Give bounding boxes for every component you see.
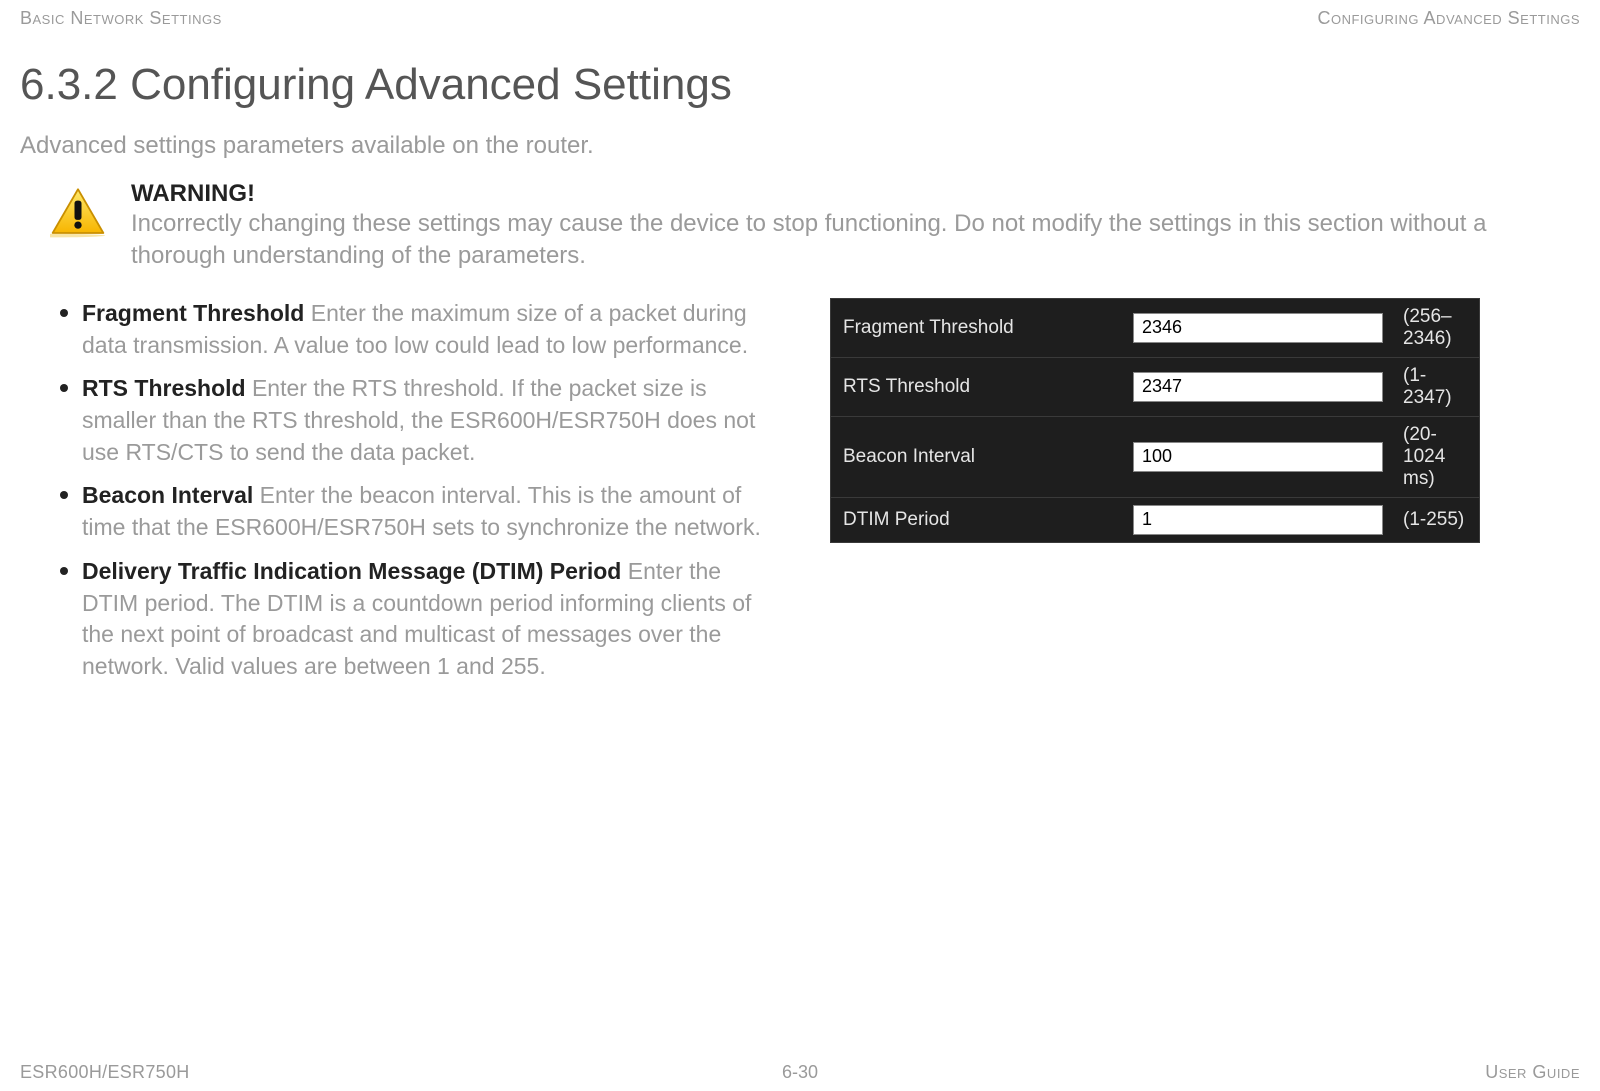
bullet-term: Fragment Threshold [82, 300, 304, 326]
form-range: (20-1024 ms) [1383, 424, 1467, 490]
form-label: Fragment Threshold [843, 317, 1133, 339]
form-row-rts-threshold: RTS Threshold (1-2347) [831, 358, 1479, 417]
form-range: (1-255) [1383, 509, 1467, 531]
warning-block: WARNING! Incorrectly changing these sett… [50, 180, 1580, 273]
beacon-interval-input[interactable] [1133, 442, 1383, 472]
running-header-left: Basic Network Settings [20, 8, 222, 29]
warning-body: Incorrectly changing these settings may … [131, 208, 1580, 273]
section-intro: Advanced settings parameters available o… [20, 132, 1580, 160]
two-column-area: Fragment Threshold Enter the maximum siz… [20, 298, 1580, 695]
section-title: 6.3.2 Configuring Advanced Settings [20, 60, 1580, 110]
footer-doc-type: User Guide [1485, 1062, 1580, 1083]
fragment-threshold-input[interactable] [1133, 313, 1383, 343]
form-row-beacon-interval: Beacon Interval (20-1024 ms) [831, 417, 1479, 498]
warning-icon [50, 186, 106, 238]
bullet-term: Beacon Interval [82, 482, 253, 508]
bullet-rts-threshold: RTS Threshold Enter the RTS threshold. I… [60, 373, 780, 468]
bullet-dtim-period: Delivery Traffic Indication Message (DTI… [60, 556, 780, 683]
footer-page-number: 6-30 [782, 1062, 818, 1083]
settings-form-panel: Fragment Threshold (256–2346) RTS Thresh… [830, 298, 1480, 543]
warning-title: WARNING! [131, 180, 1580, 208]
form-label: Beacon Interval [843, 446, 1133, 468]
dtim-period-input[interactable] [1133, 505, 1383, 535]
parameter-bullets: Fragment Threshold Enter the maximum siz… [20, 298, 780, 695]
bullet-beacon-interval: Beacon Interval Enter the beacon interva… [60, 480, 780, 543]
form-range: (256–2346) [1383, 306, 1467, 350]
page: Basic Network Settings Configuring Advan… [0, 0, 1600, 1091]
bullet-term: Delivery Traffic Indication Message (DTI… [82, 558, 621, 584]
rts-threshold-input[interactable] [1133, 372, 1383, 402]
warning-text: WARNING! Incorrectly changing these sett… [131, 180, 1580, 273]
form-label: RTS Threshold [843, 376, 1133, 398]
form-label: DTIM Period [843, 509, 1133, 531]
footer-model: ESR600H/ESR750H [20, 1062, 190, 1083]
running-header-right: Configuring Advanced Settings [1317, 8, 1580, 29]
form-row-fragment-threshold: Fragment Threshold (256–2346) [831, 299, 1479, 358]
content-area: 6.3.2 Configuring Advanced Settings Adva… [20, 60, 1580, 695]
form-row-dtim-period: DTIM Period (1-255) [831, 498, 1479, 542]
bullet-fragment-threshold: Fragment Threshold Enter the maximum siz… [60, 298, 780, 361]
form-range: (1-2347) [1383, 365, 1467, 409]
bullet-term: RTS Threshold [82, 375, 246, 401]
